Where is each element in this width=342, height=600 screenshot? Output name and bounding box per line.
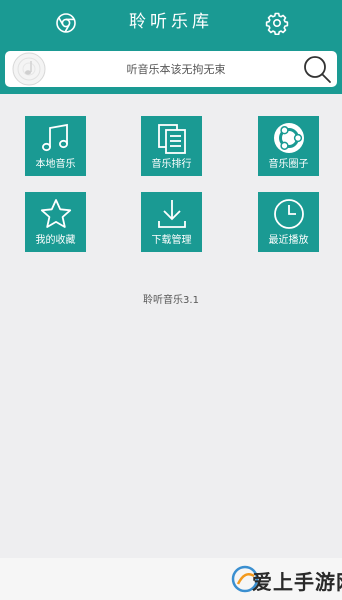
vinyl-record-icon: [11, 52, 47, 86]
tile-label: 我的收藏: [35, 235, 76, 246]
tile-my-favorites[interactable]: 我的收藏: [25, 192, 86, 252]
tile-label: 音乐排行: [151, 159, 192, 170]
stacked-docs-icon: [155, 121, 189, 155]
search-input[interactable]: [53, 51, 299, 87]
tile-download-manager[interactable]: 下载管理: [141, 192, 202, 252]
clock-icon: [272, 197, 306, 231]
tile-label: 下载管理: [151, 235, 192, 246]
title-row: 聆听乐库: [0, 0, 342, 44]
watermark: 爱上手游网: [230, 560, 342, 598]
music-note-icon: [39, 121, 73, 155]
search-bar: [5, 51, 337, 87]
tile-label: 本地音乐: [35, 159, 76, 170]
tile-label: 最近播放: [268, 235, 309, 246]
tile-local-music[interactable]: 本地音乐: [25, 116, 86, 176]
gear-icon[interactable]: [265, 11, 289, 35]
star-icon: [39, 197, 73, 231]
watermark-text: 爱上手游网: [252, 570, 342, 594]
tile-music-circle[interactable]: 音乐圈子: [258, 116, 319, 176]
ubuntu-circle-icon: [272, 121, 306, 155]
version-label: 聆听音乐3.1: [143, 295, 199, 306]
tile-label: 音乐圈子: [268, 159, 309, 170]
download-icon: [155, 197, 189, 231]
app-header: 聆听乐库: [0, 0, 342, 94]
page-title: 聆听乐库: [129, 12, 213, 32]
tile-recent-play[interactable]: 最近播放: [258, 192, 319, 252]
search-icon[interactable]: [301, 53, 333, 85]
tile-music-ranking[interactable]: 音乐排行: [141, 116, 202, 176]
